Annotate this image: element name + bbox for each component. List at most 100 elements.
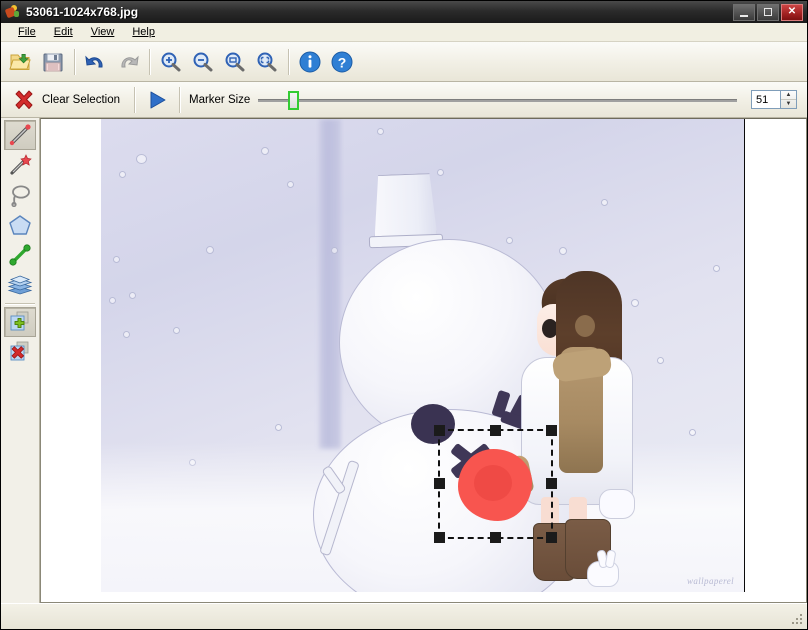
redo-button[interactable] <box>112 46 144 78</box>
snowflake <box>559 247 567 255</box>
line-icon <box>9 244 31 266</box>
tool-line[interactable] <box>4 240 36 270</box>
marker-size-input[interactable]: 51 <box>751 90 781 109</box>
selection-handle-ne[interactable] <box>546 425 557 436</box>
menu-edit-label: Edit <box>53 26 73 38</box>
selection-handle-n[interactable] <box>489 425 501 436</box>
close-button[interactable]: ✕ <box>781 3 803 21</box>
image-file-icon <box>4 4 21 20</box>
help-button[interactable]: ? <box>326 46 358 78</box>
snowflake <box>437 169 444 176</box>
magnifier-actual-size-icon <box>225 52 245 71</box>
red-marker-blob[interactable] <box>458 449 532 521</box>
open-folder-icon <box>9 53 31 70</box>
add-page-plus-icon <box>10 311 29 331</box>
magnifier-minus-icon <box>193 52 213 71</box>
tool-magic-wand[interactable] <box>4 150 36 180</box>
save-file-button[interactable] <box>37 46 69 78</box>
selection-handle-w[interactable] <box>434 478 445 489</box>
selection-handle-sw[interactable] <box>434 532 445 543</box>
snowflake <box>136 154 147 164</box>
menu-help-label: Help <box>132 26 155 38</box>
magic-wand-icon <box>10 154 32 175</box>
slider-track <box>258 98 737 102</box>
snowflake <box>129 292 136 299</box>
workspace: wallpaperel <box>1 118 807 603</box>
snowflake <box>113 256 120 263</box>
girl-earmuff <box>575 315 595 337</box>
close-icon: ✕ <box>787 6 797 17</box>
snowflake <box>657 357 664 364</box>
snowflake <box>109 297 116 304</box>
tool-polygon[interactable] <box>4 210 36 240</box>
selection-handle-e[interactable] <box>546 478 557 489</box>
menu-item-edit[interactable]: Edit <box>45 25 82 39</box>
magnifier-fit-icon <box>257 52 277 71</box>
menu-item-file[interactable]: File <box>9 25 45 39</box>
minimize-button[interactable] <box>733 3 755 21</box>
stepper-down-button[interactable]: ▼ <box>781 100 796 108</box>
tool-delete-page[interactable] <box>4 337 36 367</box>
application-window: 53061-1024x768.jpg ✕ File Edit View Help <box>0 0 808 630</box>
floppy-disk-icon <box>43 53 63 71</box>
tool-layers[interactable] <box>4 270 36 300</box>
snowflake <box>331 247 338 254</box>
status-bar <box>1 603 807 629</box>
window-controls: ✕ <box>733 3 805 21</box>
lasso-icon <box>11 185 30 207</box>
marker-size-stepper[interactable]: 51 ▲ ▼ <box>751 90 797 109</box>
girl-mitten <box>599 489 635 519</box>
bunny <box>587 549 619 587</box>
tool-lasso[interactable] <box>4 180 36 210</box>
loaded-image[interactable]: wallpaperel <box>101 119 745 592</box>
toolbar-separator <box>178 86 180 113</box>
snowflake <box>631 299 639 307</box>
window-title: 53061-1024x768.jpg <box>26 5 139 19</box>
zoom-actual-button[interactable] <box>219 46 251 78</box>
selection-toolbar: Clear Selection Marker Size 51 ▲ ▼ <box>1 82 807 118</box>
menu-bar: File Edit View Help <box>1 23 807 42</box>
info-button[interactable] <box>294 46 326 78</box>
bunny-ear <box>604 549 617 569</box>
menu-view-label: View <box>90 26 115 38</box>
maximize-button[interactable] <box>757 3 779 21</box>
selection-handle-se[interactable] <box>546 532 557 543</box>
run-button[interactable] <box>140 86 174 114</box>
snowflake <box>173 327 180 334</box>
tool-add-page[interactable] <box>4 307 36 337</box>
toolbar-separator <box>74 48 75 75</box>
palette-separator <box>5 303 35 304</box>
zoom-fit-button[interactable] <box>251 46 283 78</box>
toolbar-separator <box>149 48 150 75</box>
polygon-icon <box>9 215 31 235</box>
open-file-button[interactable] <box>5 46 37 78</box>
toolbar-separator <box>133 86 135 113</box>
marker-size-slider[interactable] <box>258 88 745 112</box>
snowflake <box>287 181 294 188</box>
svg-text:?: ? <box>338 54 347 70</box>
red-x-icon <box>15 90 33 109</box>
image-canvas[interactable]: wallpaperel <box>40 118 807 603</box>
menu-item-view[interactable]: View <box>82 25 124 39</box>
slider-thumb[interactable] <box>287 90 299 110</box>
delete-page-x-icon <box>10 341 29 361</box>
snowflake <box>689 429 696 436</box>
resize-grip[interactable] <box>791 613 804 626</box>
snowflake <box>123 331 130 338</box>
stepper-up-button[interactable]: ▲ <box>781 91 796 100</box>
snowflake <box>261 147 269 155</box>
selection-handle-nw[interactable] <box>434 425 445 436</box>
undo-arrow-icon <box>85 55 103 67</box>
snowflake <box>506 237 513 244</box>
undo-button[interactable] <box>80 46 112 78</box>
tool-marker-pen[interactable] <box>4 120 36 150</box>
title-bar[interactable]: 53061-1024x768.jpg ✕ <box>1 1 807 23</box>
marker-selection[interactable] <box>434 425 557 543</box>
zoom-out-button[interactable] <box>187 46 219 78</box>
selection-handle-s[interactable] <box>489 532 501 543</box>
blue-play-triangle-icon <box>150 91 166 108</box>
zoom-in-button[interactable] <box>155 46 187 78</box>
main-toolbar: ? <box>1 42 807 82</box>
menu-item-help[interactable]: Help <box>123 25 164 39</box>
clear-selection-button[interactable]: Clear Selection <box>7 86 129 114</box>
